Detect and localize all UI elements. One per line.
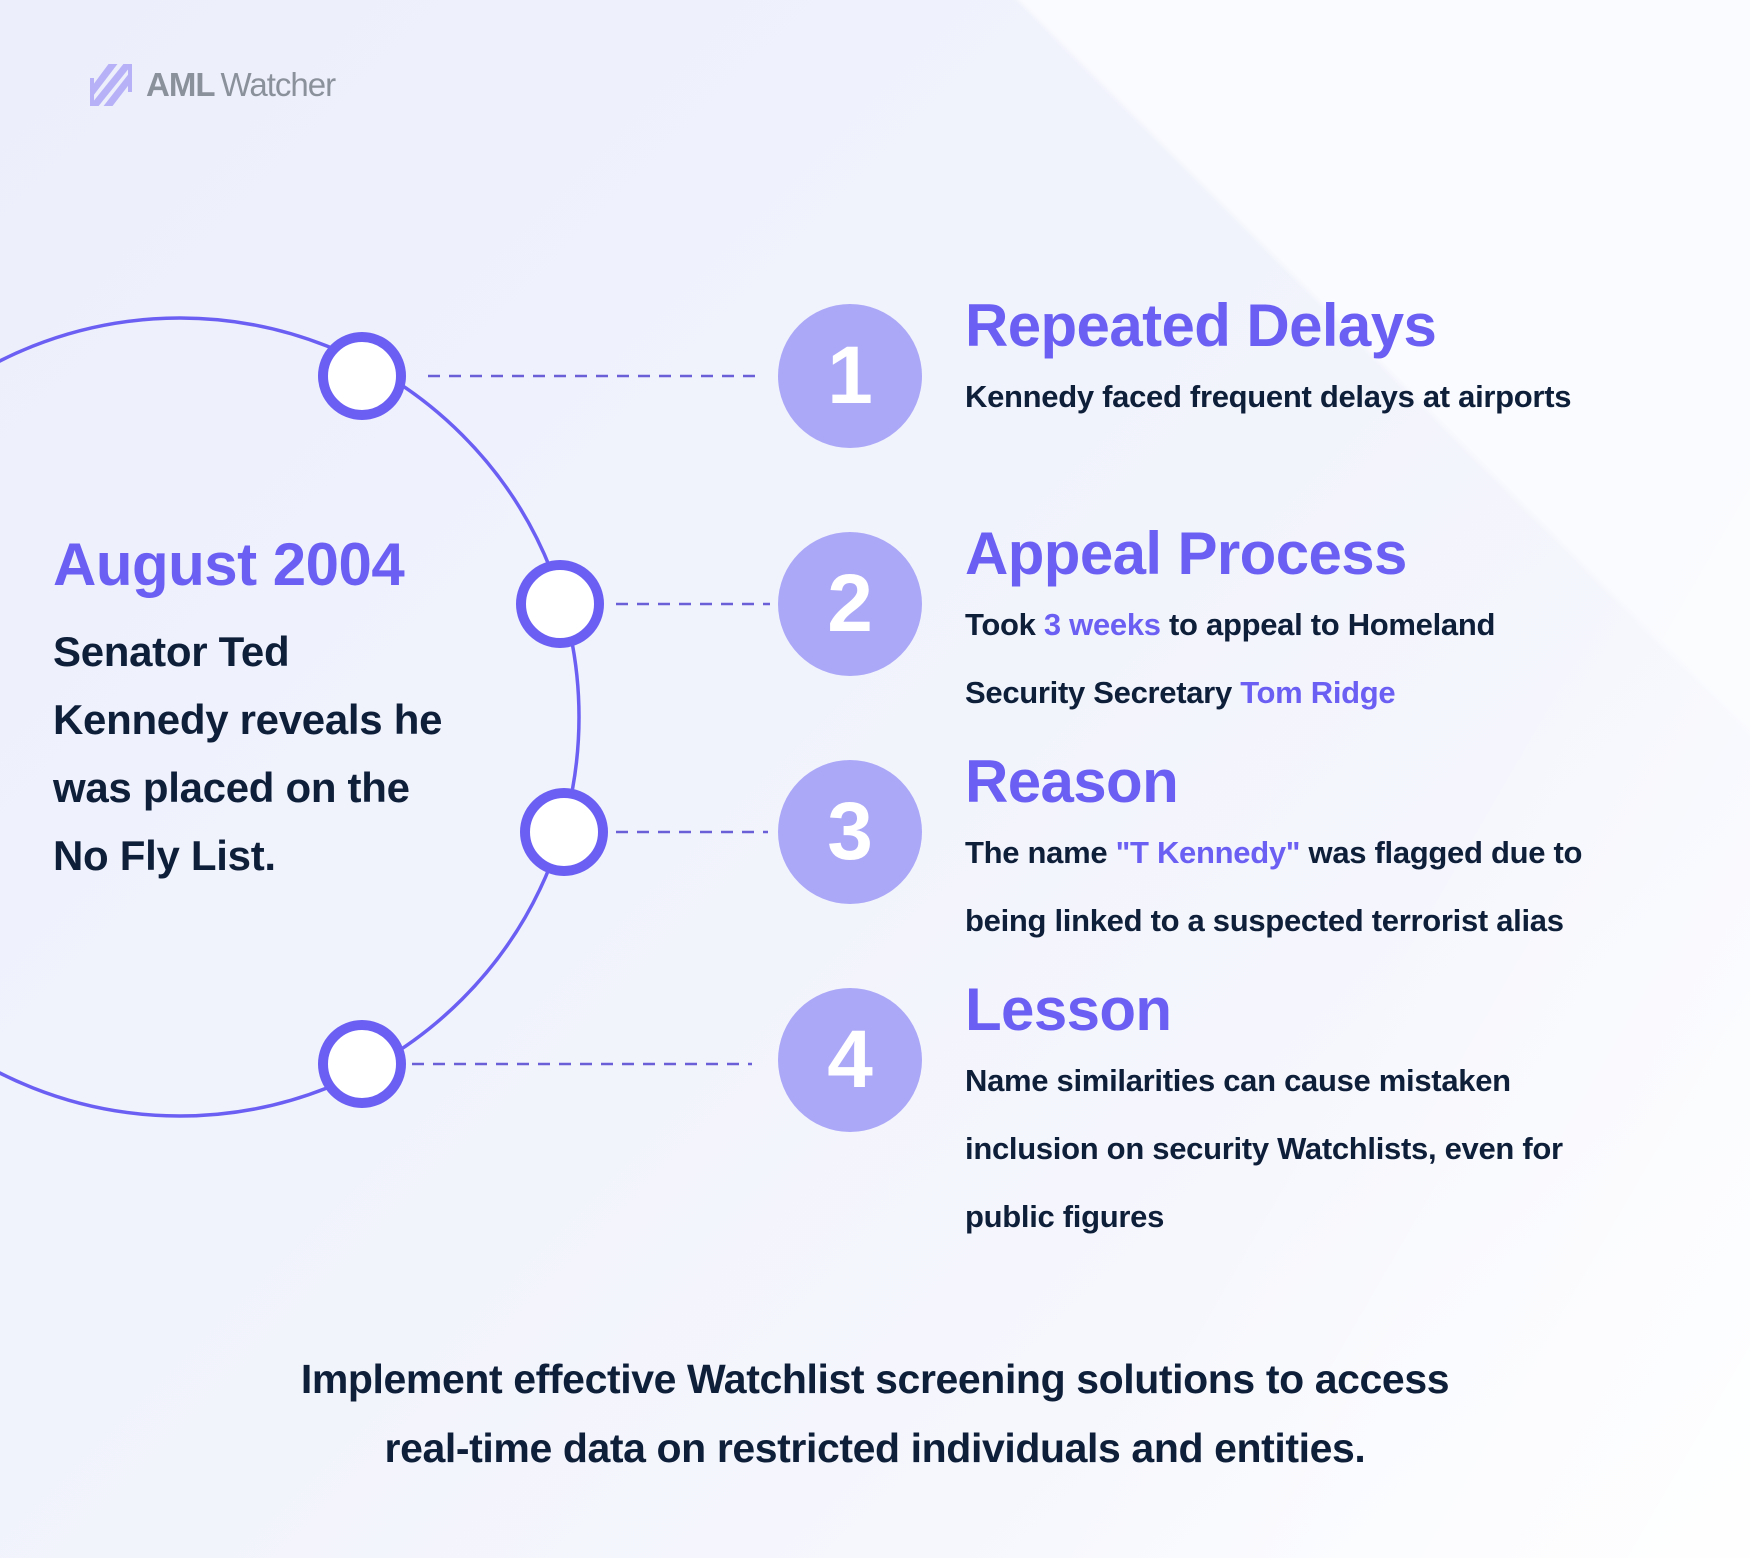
intro-line: Senator Ted — [53, 628, 290, 675]
item-body-line: inclusion on security Watchlists, even f… — [965, 1115, 1725, 1183]
footer-line: Implement effective Watchlist screening … — [300, 1356, 1450, 1402]
item-body-line: being linked to a suspected terrorist al… — [965, 887, 1725, 955]
intro-line: No Fly List. — [53, 832, 276, 879]
item-body-line: Kennedy faced frequent delays at airport… — [965, 363, 1725, 431]
body-text: was flagged due to — [1300, 835, 1583, 870]
timeline-item-4: Lesson Name similarities can cause mista… — [965, 977, 1725, 1251]
body-text: to appeal to Homeland — [1160, 607, 1496, 642]
body-text: The name — [965, 835, 1116, 870]
body-text: Took — [965, 607, 1044, 642]
body-text: Security Secretary — [965, 675, 1241, 710]
step-badge-1: 1 — [778, 304, 922, 448]
timeline-node-1 — [318, 332, 406, 420]
item-title: Lesson — [965, 976, 1172, 1043]
highlighted-text: Tom Ridge — [1240, 675, 1396, 710]
timeline-node-3 — [520, 788, 608, 876]
item-body: Kennedy faced frequent delays at airport… — [965, 363, 1725, 431]
timeline-item-3: Reason The name "T Kennedy" was flagged … — [965, 749, 1725, 955]
item-body-line: Security Secretary Tom Ridge — [965, 659, 1725, 727]
item-body: Took 3 weeks to appeal to Homeland Securi… — [965, 591, 1725, 727]
body-text: being linked to a suspected terrorist al… — [965, 903, 1564, 938]
intro-line: was placed on the — [53, 764, 410, 811]
item-body: Name similarities can cause mistaken incl… — [965, 1047, 1725, 1251]
item-title: Reason — [965, 748, 1179, 815]
step-badge-2: 2 — [778, 532, 922, 676]
footer-cta: Implement effective Watchlist screening … — [0, 1345, 1750, 1483]
intro-block: August 2004 Senator Ted Kennedy reveals … — [53, 530, 513, 890]
body-text: Kennedy faced frequent delays at airport… — [965, 379, 1572, 414]
body-text: Name similarities can cause mistaken — [965, 1063, 1511, 1098]
timeline-node-4 — [318, 1020, 406, 1108]
item-body-line: public figures — [965, 1183, 1725, 1251]
highlighted-text: "T Kennedy" — [1115, 835, 1301, 870]
timeline-node-2 — [516, 560, 604, 648]
body-text: inclusion on security Watchlists, even f… — [965, 1131, 1563, 1166]
intro-body: Senator Ted Kennedy reveals he was place… — [53, 618, 513, 890]
intro-date: August 2004 — [53, 531, 405, 598]
item-body-line: Took 3 weeks to appeal to Homeland — [965, 591, 1725, 659]
item-title: Repeated Delays — [965, 292, 1437, 359]
footer-line: real-time data on restricted individuals… — [384, 1425, 1366, 1471]
timeline-item-1: Repeated Delays Kennedy faced frequent d… — [965, 293, 1725, 431]
item-body: The name "T Kennedy" was flagged due to b… — [965, 819, 1725, 955]
body-text: public figures — [965, 1199, 1165, 1234]
intro-line: Kennedy reveals he — [53, 696, 443, 743]
item-title: Appeal Process — [965, 520, 1407, 587]
item-body-line: The name "T Kennedy" was flagged due to — [965, 819, 1725, 887]
step-badge-4: 4 — [778, 988, 922, 1132]
step-badge-3: 3 — [778, 760, 922, 904]
item-body-line: Name similarities can cause mistaken — [965, 1047, 1725, 1115]
highlighted-text: 3 weeks — [1043, 607, 1161, 642]
timeline-item-2: Appeal Process Took 3 weeks to appeal to… — [965, 521, 1725, 727]
